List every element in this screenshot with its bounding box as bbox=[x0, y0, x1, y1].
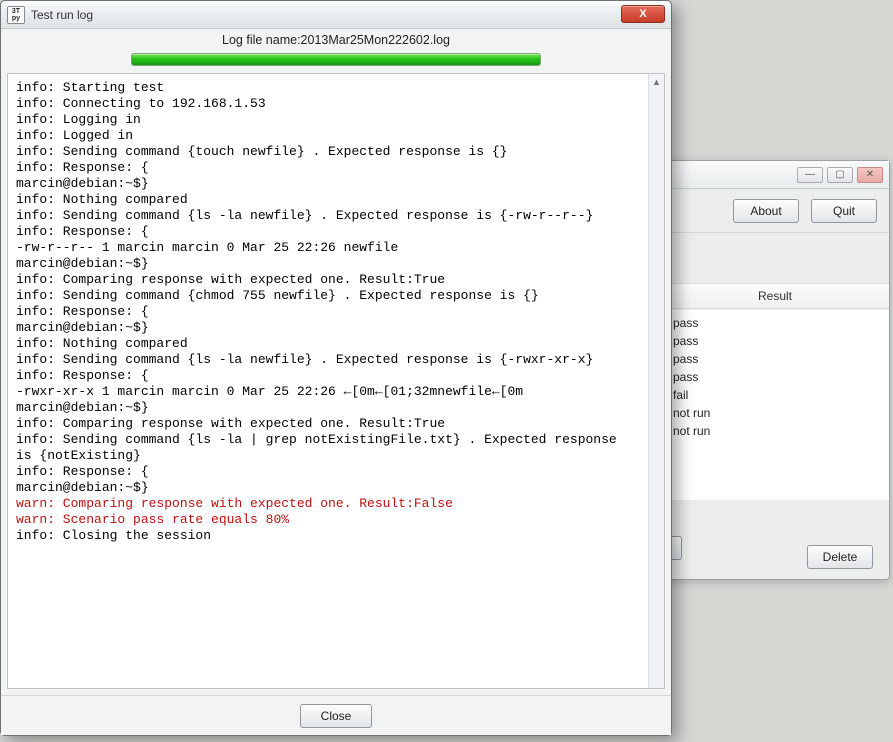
log-line: info: Response: { bbox=[16, 304, 640, 320]
log-line: marcin@debian:~$} bbox=[16, 176, 640, 192]
delete-button[interactable]: Delete bbox=[807, 545, 873, 569]
quit-button[interactable]: Quit bbox=[811, 199, 877, 223]
log-file-name-label: Log file name: 2013Mar25Mon222602.log bbox=[1, 29, 671, 51]
app-icon-text-top: 3T bbox=[12, 8, 20, 15]
progress-bar-container bbox=[1, 51, 671, 71]
log-line: info: Closing the session bbox=[16, 528, 640, 544]
log-line: info: Logged in bbox=[16, 128, 640, 144]
log-line: info: Nothing compared bbox=[16, 192, 640, 208]
progress-bar bbox=[131, 53, 541, 66]
dialog-titlebar: 3T py Test run log X bbox=[1, 1, 671, 29]
log-line: info: Starting test bbox=[16, 80, 640, 96]
results-panel: Result passpasspasspassfailnot runnot ru… bbox=[661, 233, 889, 500]
about-button[interactable]: About bbox=[733, 199, 799, 223]
log-line: info: Connecting to 192.168.1.53 bbox=[16, 96, 640, 112]
log-line: info: Sending command {touch newfile} . … bbox=[16, 144, 640, 160]
log-line: marcin@debian:~$} bbox=[16, 320, 640, 336]
log-line: marcin@debian:~$} bbox=[16, 480, 640, 496]
main-titlebar: — ▢ ✕ bbox=[661, 161, 889, 189]
log-line: warn: Comparing response with expected o… bbox=[16, 496, 640, 512]
maximize-button[interactable]: ▢ bbox=[827, 167, 853, 183]
result-row[interactable]: pass bbox=[673, 368, 877, 386]
log-line: info: Comparing response with expected o… bbox=[16, 416, 640, 432]
log-line: info: Comparing response with expected o… bbox=[16, 272, 640, 288]
log-line: info: Response: { bbox=[16, 464, 640, 480]
log-file-name-prefix: Log file name: bbox=[222, 33, 301, 47]
log-line: info: Sending command {ls -la newfile} .… bbox=[16, 352, 640, 368]
dialog-footer: Close bbox=[1, 695, 671, 735]
dialog-titlebar-close-button[interactable]: X bbox=[621, 5, 665, 23]
main-footer: Delete bbox=[661, 545, 889, 569]
log-line: info: Nothing compared bbox=[16, 336, 640, 352]
result-row[interactable]: fail bbox=[673, 386, 877, 404]
scroll-up-icon[interactable]: ▲ bbox=[649, 74, 664, 90]
result-row[interactable]: not run bbox=[673, 404, 877, 422]
log-line: info: Response: { bbox=[16, 160, 640, 176]
result-row[interactable]: not run bbox=[673, 422, 877, 440]
close-icon: ✕ bbox=[866, 169, 874, 180]
main-toolbar: About Quit bbox=[661, 189, 889, 233]
log-line: -rwxr-xr-x 1 marcin marcin 0 Mar 25 22:2… bbox=[16, 384, 640, 400]
maximize-icon: ▢ bbox=[835, 169, 844, 180]
result-column-header[interactable]: Result bbox=[661, 283, 889, 309]
log-line: marcin@debian:~$} bbox=[16, 256, 640, 272]
log-line: marcin@debian:~$} bbox=[16, 400, 640, 416]
log-line: info: Response: { bbox=[16, 368, 640, 384]
minimize-icon: — bbox=[805, 169, 815, 180]
log-output[interactable]: info: Starting testinfo: Connecting to 1… bbox=[8, 74, 648, 688]
close-x-icon: X bbox=[639, 8, 646, 20]
log-line: info: Sending command {ls -la | grep not… bbox=[16, 432, 640, 464]
close-button[interactable]: Close bbox=[300, 704, 372, 728]
log-line: info: Sending command {ls -la newfile} .… bbox=[16, 208, 640, 224]
log-line: info: Sending command {chmod 755 newfile… bbox=[16, 288, 640, 304]
main-app-window: — ▢ ✕ About Quit Result passpasspasspass… bbox=[660, 160, 890, 580]
dialog-title: Test run log bbox=[31, 8, 93, 22]
log-file-name-value: 2013Mar25Mon222602.log bbox=[301, 33, 450, 47]
app-icon-text-bot: py bbox=[12, 15, 20, 22]
log-scrollbar[interactable]: ▲ bbox=[648, 74, 664, 688]
app-icon: 3T py bbox=[7, 6, 25, 24]
log-line: info: Logging in bbox=[16, 112, 640, 128]
main-close-button[interactable]: ✕ bbox=[857, 167, 883, 183]
result-row[interactable]: pass bbox=[673, 350, 877, 368]
result-row[interactable]: pass bbox=[673, 332, 877, 350]
result-row[interactable]: pass bbox=[673, 314, 877, 332]
result-list[interactable]: passpasspasspassfailnot runnot run bbox=[661, 309, 889, 500]
log-line: warn: Scenario pass rate equals 80% bbox=[16, 512, 640, 528]
test-run-log-dialog: 3T py Test run log X Log file name: 2013… bbox=[0, 0, 672, 736]
log-output-frame: info: Starting testinfo: Connecting to 1… bbox=[7, 73, 665, 689]
log-line: -rw-r--r-- 1 marcin marcin 0 Mar 25 22:2… bbox=[16, 240, 640, 256]
log-line: info: Response: { bbox=[16, 224, 640, 240]
minimize-button[interactable]: — bbox=[797, 167, 823, 183]
